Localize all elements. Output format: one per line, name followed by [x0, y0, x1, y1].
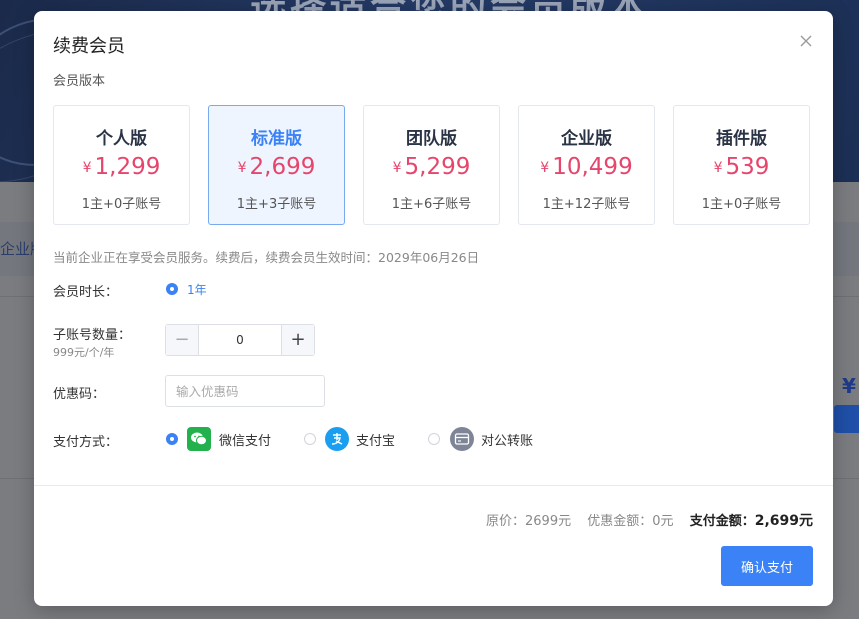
- plan-price: ¥2,699: [209, 154, 344, 180]
- confirm-payment-button[interactable]: 确认支付: [721, 546, 813, 586]
- background-button: [834, 405, 859, 433]
- original-price-value: 2699元: [525, 514, 572, 529]
- alipay-icon: [325, 427, 349, 451]
- plan-name: 标准版: [251, 129, 302, 149]
- plan-accounts: 1主+12子账号: [542, 197, 631, 212]
- renew-membership-dialog: 续费会员 会员版本 个人版 ¥1,299 1主+0子账号 标准版 ¥2,699 …: [34, 11, 833, 606]
- plan-section-label: 会员版本: [53, 74, 106, 89]
- membership-notice: 当前企业正在享受会员服务。续费后，续费会员生效时间：2029年06月26日: [53, 250, 480, 265]
- increment-button[interactable]: +: [281, 325, 314, 355]
- footer-divider: [34, 485, 833, 486]
- plan-accounts: 1主+6子账号: [391, 197, 472, 212]
- duration-option-label[interactable]: 1年: [187, 281, 207, 298]
- subaccount-quantity-input[interactable]: [199, 325, 281, 355]
- duration-radio-1year[interactable]: [166, 283, 178, 295]
- plan-card-enterprise[interactable]: 企业版 ¥10,499 1主+12子账号: [518, 105, 655, 225]
- plan-price: ¥539: [674, 154, 809, 180]
- decrement-button[interactable]: −: [166, 325, 199, 355]
- currency-symbol: ¥: [237, 160, 247, 176]
- coupon-label: 优惠码：: [53, 387, 106, 402]
- original-price-label: 原价：: [486, 514, 526, 529]
- plan-card-personal[interactable]: 个人版 ¥1,299 1主+0子账号: [53, 105, 190, 225]
- total-label: 支付金额：: [689, 514, 755, 529]
- payment-radio-bank-transfer[interactable]: [428, 433, 440, 445]
- plan-card-standard[interactable]: 标准版 ¥2,699 1主+3子账号: [208, 105, 345, 225]
- subaccount-price-note: 999元/个/年: [53, 346, 115, 359]
- plan-price: ¥1,299: [54, 154, 189, 180]
- payment-radio-alipay[interactable]: [304, 433, 316, 445]
- currency-symbol: ¥: [713, 160, 723, 176]
- payment-option-label[interactable]: 对公转账: [481, 430, 533, 449]
- plan-price-value: 10,499: [552, 154, 633, 180]
- coupon-input[interactable]: [165, 375, 325, 407]
- discount-value: 0元: [652, 514, 674, 529]
- duration-label: 会员时长：: [53, 285, 119, 300]
- plan-accounts: 1主+0子账号: [81, 197, 162, 212]
- plan-price-value: 1,299: [94, 154, 161, 180]
- plan-accounts: 1主+3子账号: [236, 197, 317, 212]
- plan-price: ¥5,299: [364, 154, 499, 180]
- payment-option-label[interactable]: 微信支付: [219, 430, 271, 449]
- plan-name: 插件版: [716, 129, 767, 149]
- plan-price: ¥10,499: [519, 154, 654, 180]
- plan-name: 团队版: [406, 129, 457, 149]
- bank-card-icon: [450, 427, 474, 451]
- wechat-icon: [187, 427, 211, 451]
- plan-name: 个人版: [96, 129, 147, 149]
- subaccount-quantity-stepper: − +: [165, 324, 315, 356]
- payment-radio-wechat[interactable]: [166, 433, 178, 445]
- subaccount-label: 子账号数量：: [53, 328, 132, 343]
- plan-price-value: 5,299: [404, 154, 471, 180]
- payment-option-label[interactable]: 支付宝: [356, 430, 395, 449]
- plan-list: 个人版 ¥1,299 1主+0子账号 标准版 ¥2,699 1主+3子账号 团队…: [53, 105, 813, 227]
- currency-symbol: ¥: [82, 160, 92, 176]
- plan-card-plugin[interactable]: 插件版 ¥539 1主+0子账号: [673, 105, 810, 225]
- plan-price-value: 539: [725, 154, 770, 180]
- plan-accounts: 1主+0子账号: [701, 197, 782, 212]
- payment-summary: 原价：2699元 优惠金额：0元 支付金额：2,699元: [486, 510, 813, 530]
- plan-name: 企业版: [561, 129, 612, 149]
- plan-card-team[interactable]: 团队版 ¥5,299 1主+6子账号: [363, 105, 500, 225]
- plan-price-value: 2,699: [249, 154, 316, 180]
- close-icon[interactable]: [798, 33, 814, 49]
- dialog-title: 续费会员: [53, 36, 125, 57]
- payment-method-label: 支付方式：: [53, 435, 119, 450]
- background-price: ¥: [842, 374, 856, 398]
- currency-symbol: ¥: [540, 160, 550, 176]
- discount-label: 优惠金额：: [587, 514, 653, 529]
- total-value: 2,699元: [754, 513, 813, 529]
- currency-symbol: ¥: [392, 160, 402, 176]
